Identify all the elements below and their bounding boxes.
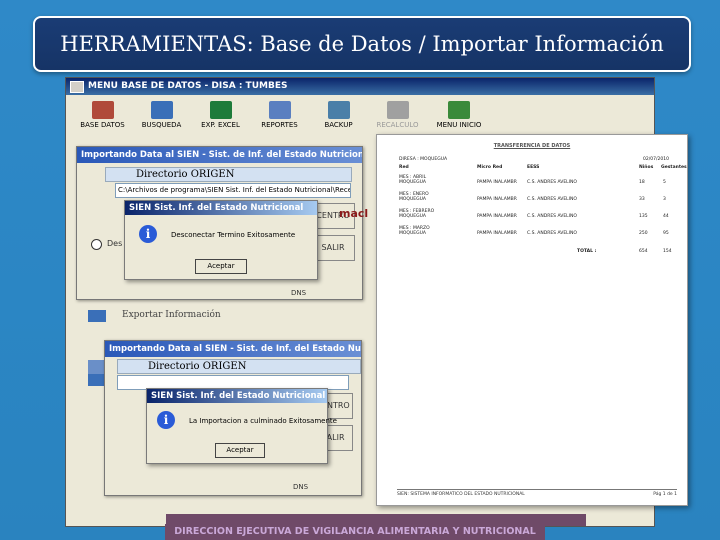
slide-title: HERRAMIENTAS: Base de Datos / Importar I… <box>60 32 664 56</box>
excel-icon <box>209 101 232 119</box>
origin-path-input[interactable]: C:\Archivos de programa\SIEN Sist. Inf. … <box>115 183 351 198</box>
report-header-cell: Micro Red <box>477 165 503 170</box>
report-cell-micro: PAMPA INALAMBR <box>477 180 517 185</box>
info-icon: i <box>139 225 157 243</box>
database-icon <box>91 101 114 119</box>
directory-origin-header: Directorio ORIGEN <box>105 167 352 182</box>
message-box-1: SIEN Sist. Inf. del Estado Nutricional i… <box>124 200 318 280</box>
report-cell-ninos: 250 <box>639 231 648 236</box>
backup-icon <box>327 101 350 119</box>
window-icon <box>70 81 84 93</box>
report-page: Pág 1 de 1 <box>653 492 677 497</box>
toolbar-button-label: EXP. EXCEL <box>201 121 240 129</box>
toolbar-button-label: RECALCULO <box>376 121 419 129</box>
toolbar-button-label: MENU INICIO <box>436 121 482 129</box>
report-header-cell: EESS <box>527 165 540 170</box>
report-cell-red: MOQUEGUA <box>399 180 426 185</box>
toolbar-button-recalculo[interactable]: RECALCULO <box>369 98 426 138</box>
message-box-1-text: Desconectar Termino Exitosamente <box>171 231 296 239</box>
report-total-label: TOTAL : <box>577 249 597 254</box>
toolbar-button-label: BASE DATOS <box>80 121 125 129</box>
report-cell-gest: 3 <box>663 197 666 202</box>
report-cell-micro: PAMPA INALAMBR <box>477 197 517 202</box>
toolbar-button-reportes[interactable]: REPORTES <box>251 98 308 138</box>
report-cell-gest: 95 <box>663 231 669 236</box>
import-dialog-1-title: Importando Data al SIEN - Sist. de Inf. … <box>77 147 362 163</box>
message-box-2: SIEN Sist. Inf. del Estado Nutricional i… <box>146 388 337 464</box>
report-footer-text: SIEN: SISTEMA INFORMATICO DEL ESTADO NUT… <box>397 492 525 497</box>
search-icon <box>150 101 173 119</box>
report-title: TRANSFERENCIA DE DATOS <box>493 143 571 149</box>
report-total-gest: 154 <box>663 249 672 254</box>
report-cell-eess: C.S. ANDRES AVELINO <box>527 231 577 236</box>
toolbar-button-label: BUSQUEDA <box>141 121 182 129</box>
report-icon <box>268 101 291 119</box>
export-icon <box>88 310 106 322</box>
report-cell-red: MOQUEGUA <box>399 214 426 219</box>
footer-caption: DIRECCION EJECUTIVA DE VIGILANCIA ALIMEN… <box>165 524 545 540</box>
partial-heading: macl <box>339 207 369 220</box>
report-date: 02/07/2010 <box>643 157 669 162</box>
report-header-cell: Gestantes <box>661 165 687 170</box>
report-cell-micro: PAMPA INALAMBR <box>477 214 517 219</box>
report-header-cell: Niños <box>639 165 654 170</box>
report-footer: SIEN: SISTEMA INFORMATICO DEL ESTADO NUT… <box>397 489 677 497</box>
recalc-icon <box>386 101 409 119</box>
status-text-2: DNS <box>293 483 309 491</box>
report-cell-eess: C.S. ANDRES AVELINO <box>527 197 577 202</box>
app-titlebar: MENU BASE DE DATOS - DISA : TUMBES <box>66 78 654 95</box>
report-total-ninos: 654 <box>639 249 648 254</box>
report-cell-eess: C.S. ANDRES AVELINO <box>527 214 577 219</box>
import-dialog-2-title: Importando Data al SIEN - Sist. de Inf. … <box>105 341 361 357</box>
exit-door-icon <box>448 101 470 119</box>
status-text: DNS <box>291 289 307 297</box>
info-icon-2: i <box>157 411 175 429</box>
toolbar-button-exp-excel[interactable]: EXP. EXCEL <box>192 98 249 138</box>
report-location: DIRESA : MOQUEGUA <box>399 157 448 162</box>
radio-button[interactable] <box>91 239 102 250</box>
report-header-cell: Red <box>399 165 409 170</box>
toolbar-button-label: BACKUP <box>324 121 353 129</box>
directory-origin-header-2: Directorio ORIGEN <box>117 359 361 374</box>
report-cell-micro: PAMPA INALAMBR <box>477 231 517 236</box>
radio-label: Des <box>107 239 123 248</box>
report-cell-eess: C.S. ANDRES AVELINO <box>527 180 577 185</box>
toolbar-button-base-datos[interactable]: BASE DATOS <box>74 98 131 138</box>
report-preview: TRANSFERENCIA DE DATOS DIRESA : MOQUEGUA… <box>376 134 688 506</box>
report-cell-ninos: 18 <box>639 180 645 185</box>
report-cell-ninos: 135 <box>639 214 648 219</box>
report-cell-gest: 5 <box>663 180 666 185</box>
report-cell-red: MOQUEGUA <box>399 231 426 236</box>
toolbar-button-backup[interactable]: BACKUP <box>310 98 367 138</box>
app-title: MENU BASE DE DATOS - DISA : TUMBES <box>88 81 288 91</box>
message-box-1-title: SIEN Sist. Inf. del Estado Nutricional <box>125 201 317 215</box>
slide-title-box: HERRAMIENTAS: Base de Datos / Importar I… <box>33 16 691 72</box>
accept-button-2[interactable]: Aceptar <box>215 443 265 458</box>
toolbar-button-label: REPORTES <box>261 121 298 129</box>
message-box-2-text: La Importacion a culminado Exitosamente <box>189 417 337 425</box>
export-label: Exportar Información <box>122 310 221 320</box>
accept-button-1[interactable]: Aceptar <box>195 259 247 274</box>
report-cell-red: MOQUEGUA <box>399 197 426 202</box>
report-cell-gest: 44 <box>663 214 669 219</box>
message-box-2-title: SIEN Sist. Inf. del Estado Nutricional <box>147 389 327 403</box>
toolbar-button-busqueda[interactable]: BUSQUEDA <box>133 98 190 138</box>
report-cell-ninos: 33 <box>639 197 645 202</box>
toolbar-button-menu-inicio[interactable]: MENU INICIO <box>428 98 490 138</box>
